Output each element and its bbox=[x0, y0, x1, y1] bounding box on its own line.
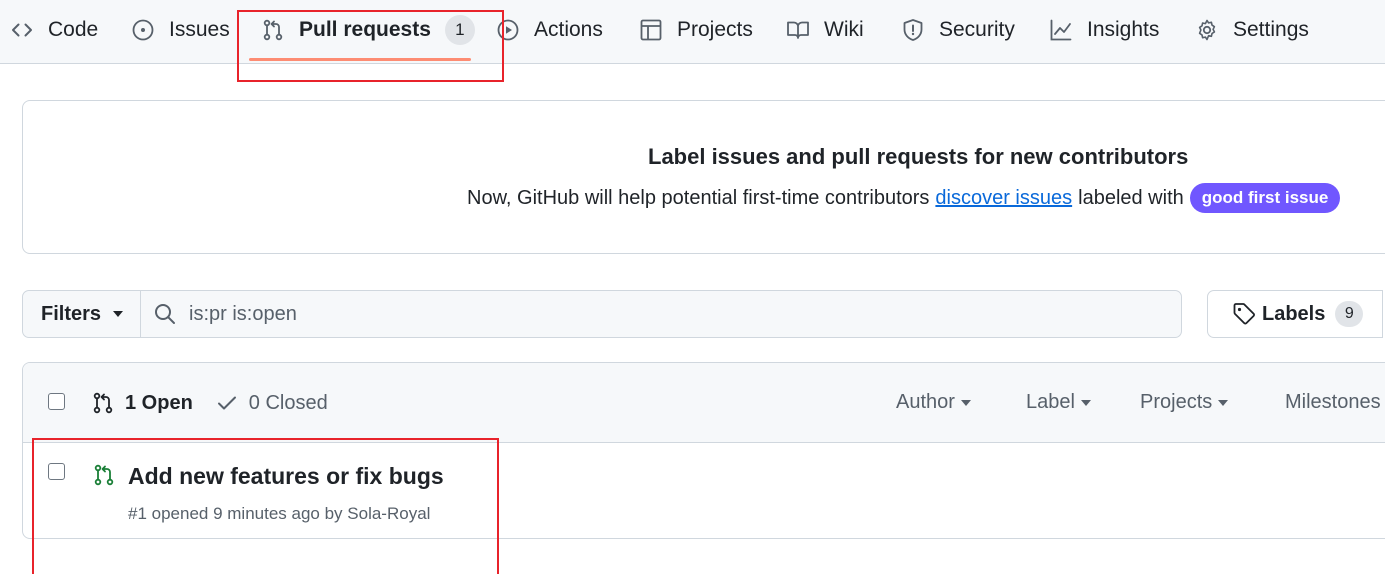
tab-actions[interactable]: Actions bbox=[496, 12, 603, 48]
tag-icon bbox=[1232, 302, 1256, 326]
author-filter[interactable]: Author bbox=[896, 391, 971, 414]
check-icon bbox=[215, 391, 239, 415]
tab-label: Insights bbox=[1087, 18, 1160, 41]
author-filter-label: Author bbox=[896, 391, 955, 413]
git-pull-request-icon bbox=[261, 18, 285, 42]
git-pull-request-icon bbox=[92, 463, 116, 487]
tab-code[interactable]: Code bbox=[10, 12, 98, 48]
closed-count-label: 0 Closed bbox=[248, 391, 328, 414]
caret-down-icon bbox=[113, 311, 124, 317]
filters-button-label: Filters bbox=[41, 302, 102, 325]
tab-label: Pull requests bbox=[299, 18, 431, 41]
labels-button[interactable]: Labels 9 bbox=[1207, 290, 1383, 338]
select-all-checkbox[interactable] bbox=[48, 393, 65, 410]
milestones-filter[interactable]: Milestones bbox=[1285, 391, 1381, 414]
tab-projects[interactable]: Projects bbox=[639, 12, 753, 48]
labels-count-badge: 9 bbox=[1335, 301, 1364, 327]
banner-text: Now, GitHub will help potential first-ti… bbox=[467, 183, 1341, 213]
filter-bar: Filters is:pr is:open bbox=[22, 290, 1182, 338]
caret-down-icon bbox=[1218, 399, 1229, 406]
closed-filter[interactable]: 0 Closed bbox=[215, 391, 328, 415]
tab-label: Projects bbox=[677, 18, 753, 41]
tab-pull-requests[interactable]: Pull requests 1 bbox=[261, 12, 475, 48]
discover-issues-link[interactable]: discover issues bbox=[935, 187, 1072, 210]
repo-nav: Code Issues Pull requests 1 Actions Proj… bbox=[0, 0, 1385, 64]
tab-label: Settings bbox=[1233, 18, 1309, 41]
table-icon bbox=[639, 18, 663, 42]
tab-label: Security bbox=[939, 18, 1015, 41]
caret-down-icon bbox=[1080, 399, 1091, 406]
projects-filter-label: Projects bbox=[1140, 391, 1213, 413]
banner-text-before: Now, GitHub will help potential first-ti… bbox=[467, 186, 930, 209]
tab-security[interactable]: Security bbox=[901, 12, 1015, 48]
list-item: Add new features or fix bugs #1 opened 9… bbox=[23, 444, 1385, 538]
label-filter[interactable]: Label bbox=[1026, 391, 1091, 414]
tab-label: Wiki bbox=[824, 18, 864, 41]
tab-label: Actions bbox=[534, 18, 603, 41]
shield-icon bbox=[901, 18, 925, 42]
pull-request-meta: #1 opened 9 minutes ago by Sola-Royal bbox=[128, 504, 431, 523]
open-count-label: 1 Open bbox=[125, 391, 193, 414]
good-first-issue-banner: Label issues and pull requests for new c… bbox=[22, 100, 1385, 254]
caret-down-icon bbox=[960, 399, 971, 406]
git-pull-request-icon bbox=[91, 391, 115, 415]
row-checkbox[interactable] bbox=[48, 463, 65, 480]
tab-wiki[interactable]: Wiki bbox=[786, 12, 864, 48]
projects-filter[interactable]: Projects bbox=[1140, 391, 1229, 414]
banner-title: Label issues and pull requests for new c… bbox=[648, 144, 1189, 169]
pr-count-badge: 1 bbox=[444, 15, 475, 45]
gear-icon bbox=[1195, 18, 1219, 42]
label-filter-label: Label bbox=[1026, 391, 1075, 413]
pull-request-title-link[interactable]: Add new features or fix bugs bbox=[128, 463, 444, 490]
open-filter[interactable]: 1 Open bbox=[91, 391, 193, 415]
state-filters: 1 Open 0 Closed bbox=[91, 391, 328, 415]
tab-label: Code bbox=[48, 18, 99, 41]
banner-text-after: labeled with bbox=[1078, 186, 1184, 209]
play-icon bbox=[496, 18, 520, 42]
tab-settings[interactable]: Settings bbox=[1195, 12, 1309, 48]
tab-issues[interactable]: Issues bbox=[131, 12, 230, 48]
pull-request-list: 1 Open 0 Closed Author Label Projects Mi… bbox=[22, 362, 1385, 539]
tab-label: Issues bbox=[169, 18, 230, 41]
active-tab-underline bbox=[249, 58, 471, 61]
pull-requests-page: Code Issues Pull requests 1 Actions Proj… bbox=[0, 0, 1385, 574]
code-icon bbox=[10, 18, 34, 42]
search-icon bbox=[153, 302, 177, 326]
list-header: 1 Open 0 Closed Author Label Projects Mi… bbox=[23, 363, 1385, 443]
issue-opened-icon bbox=[131, 18, 155, 42]
search-input[interactable]: is:pr is:open bbox=[141, 291, 1181, 337]
book-icon bbox=[786, 18, 810, 42]
filters-button[interactable]: Filters bbox=[23, 291, 141, 337]
labels-button-label: Labels bbox=[1262, 302, 1326, 325]
search-input-value: is:pr is:open bbox=[189, 302, 297, 325]
good-first-issue-label[interactable]: good first issue bbox=[1189, 183, 1341, 213]
milestones-filter-label: Milestones bbox=[1285, 391, 1381, 413]
graph-icon bbox=[1049, 18, 1073, 42]
tab-insights[interactable]: Insights bbox=[1049, 12, 1159, 48]
